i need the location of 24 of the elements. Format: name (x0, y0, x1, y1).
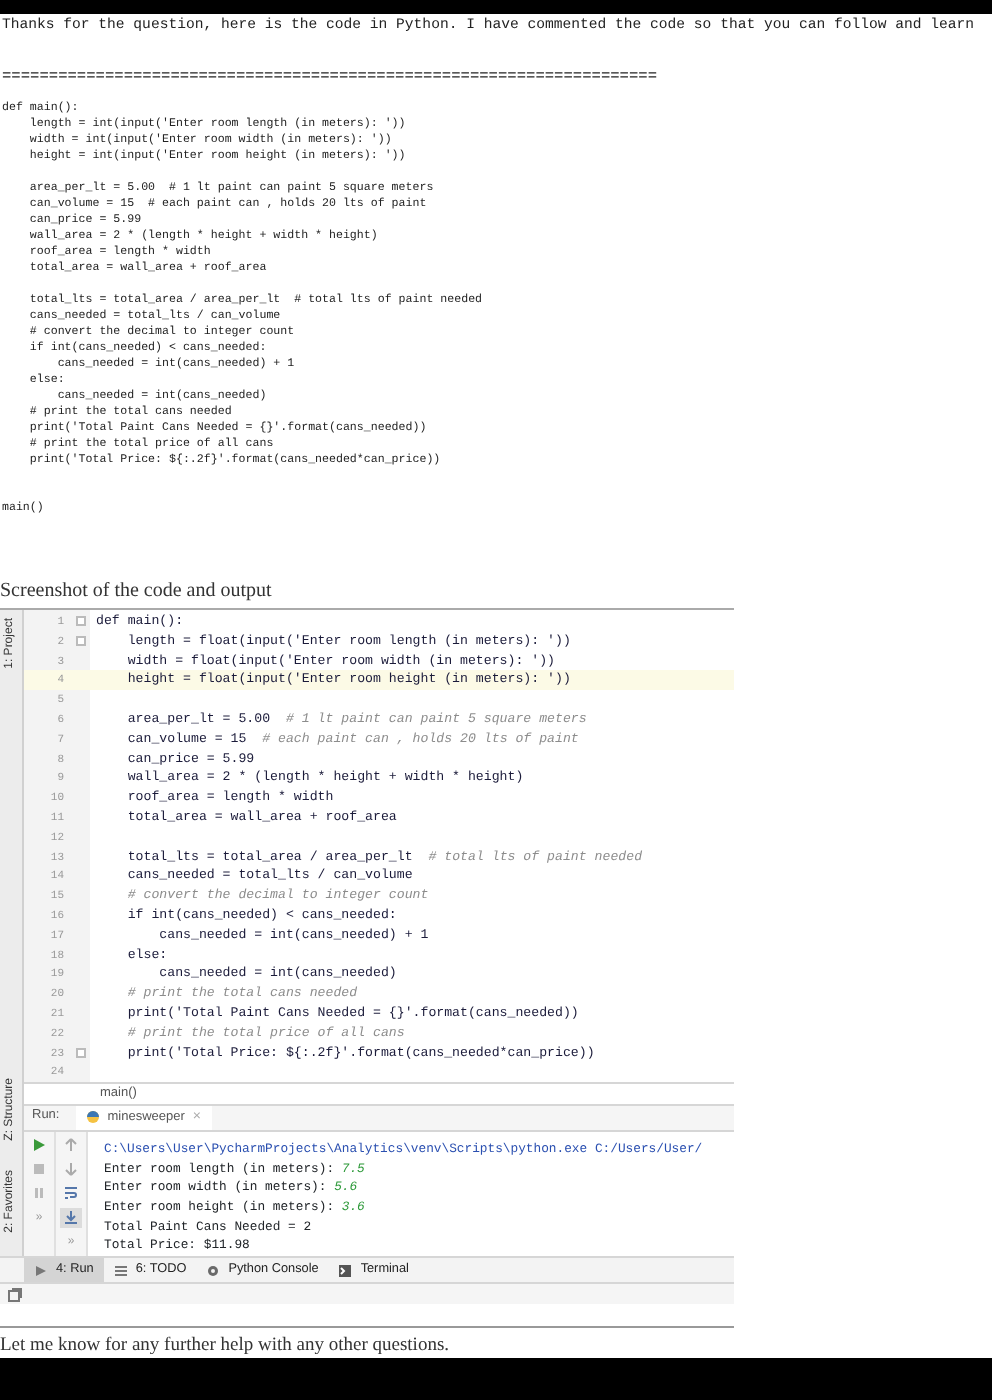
scroll-end-icon (64, 1210, 78, 1225)
wrap-button[interactable] (60, 1183, 82, 1204)
down-arrow-button[interactable] (60, 1159, 82, 1180)
stop-icon (32, 1162, 46, 1177)
up-arrow-icon (64, 1138, 78, 1153)
terminal-icon (338, 1263, 353, 1277)
panel-toggle-icon[interactable] (8, 1287, 22, 1301)
run-icon (34, 1263, 48, 1277)
fold-icon[interactable] (76, 616, 86, 627)
todo-icon (113, 1263, 128, 1277)
stop-button[interactable] (28, 1159, 50, 1180)
run-button[interactable] (28, 1135, 50, 1156)
fold-icon[interactable] (76, 1047, 86, 1058)
python-icon (85, 1110, 100, 1125)
console-icon (206, 1263, 221, 1277)
scroll-end-button[interactable] (60, 1207, 82, 1228)
fold-icon[interactable] (76, 636, 86, 647)
run-icon (32, 1138, 46, 1153)
closing-text: Let me know for any further help with any other questions. (0, 1334, 450, 1358)
pause-icon (32, 1186, 46, 1201)
down-arrow-icon (64, 1162, 78, 1177)
up-arrow-button[interactable] (60, 1135, 82, 1156)
caption: Screenshot of the code and output (0, 580, 272, 604)
wrap-icon (64, 1186, 78, 1201)
